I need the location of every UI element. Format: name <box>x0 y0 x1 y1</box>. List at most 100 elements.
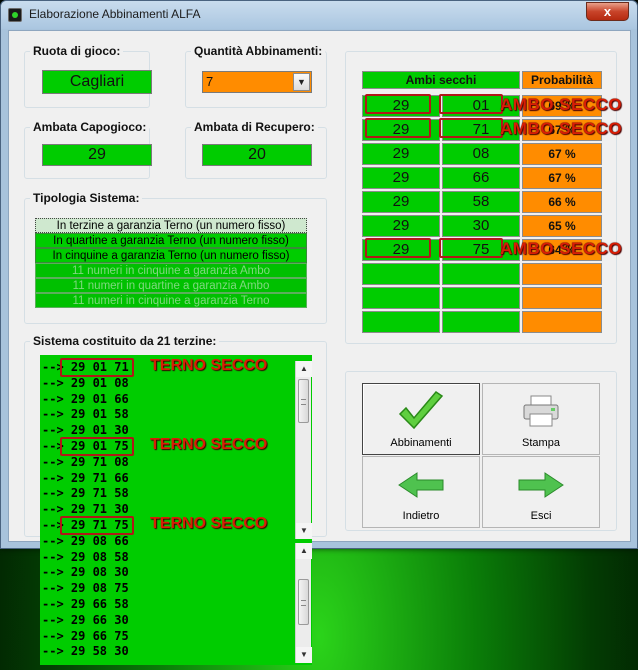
probabilita-cell: 65 % <box>522 215 602 237</box>
window-title: Elaborazione Abbinamenti ALFA <box>29 7 201 21</box>
list-item[interactable]: --> 29 66 75 <box>42 628 129 644</box>
ambo-cell: 29 <box>362 215 440 237</box>
scroll-down-icon[interactable]: ▼ <box>296 647 312 663</box>
list-item[interactable]: --> 29 01 66 <box>42 391 129 407</box>
ambo-cell: 58 <box>442 191 520 213</box>
ambo-secco-annotation: AMBO SECCO <box>500 95 623 114</box>
ambo-cell: 29 <box>362 167 440 189</box>
stampa-label: Stampa <box>522 437 560 449</box>
sistema-label: Sistema costituito da 21 terzine: <box>30 334 220 348</box>
stampa-button[interactable]: Stampa <box>482 383 600 455</box>
list-item[interactable]: --> 29 08 75 <box>42 580 129 596</box>
list-item[interactable]: --> 29 01 08 <box>42 375 129 391</box>
ambo-cell: 29 <box>362 143 440 165</box>
recupero-group: Ambata di Recupero: 20 <box>185 120 327 179</box>
probabilita-cell <box>522 263 602 285</box>
ambo-cell: 29 <box>362 95 440 117</box>
ambo-cell <box>362 311 440 333</box>
esci-label: Esci <box>530 510 552 522</box>
recupero-value: 20 <box>202 144 312 166</box>
ambo-cell: 29 <box>362 191 440 213</box>
ambo-cell <box>362 287 440 309</box>
list-item[interactable]: --> 29 08 30 <box>42 564 129 580</box>
list-item[interactable]: --> 29 71 30 <box>42 501 129 517</box>
list-item[interactable]: --> 29 66 58 <box>42 596 129 612</box>
scroll-up-icon[interactable]: ▲ <box>296 361 312 377</box>
list-item[interactable]: --> 29 71 08 <box>42 454 129 470</box>
probabilita-cell: 67 % <box>522 167 602 189</box>
chevron-down-icon[interactable]: ▼ <box>293 73 310 91</box>
tipologia-option: 11 numeri in quartine a garanzia Ambo <box>35 278 307 293</box>
abbinamenti-button[interactable]: Abbinamenti <box>362 383 480 455</box>
tipologia-option: 11 numeri in cinquine a garanzia Ambo <box>35 263 307 278</box>
ambo-cell <box>442 263 520 285</box>
app-icon <box>8 8 22 22</box>
arrow-left-icon <box>397 471 445 502</box>
ambi-header: Ambi secchi <box>362 71 520 89</box>
list-item[interactable]: --> 29 01 58 <box>42 406 129 422</box>
indietro-label: Indietro <box>402 510 440 522</box>
probabilita-cell: 67 % <box>522 143 602 165</box>
scroll-up-icon[interactable]: ▲ <box>296 543 312 559</box>
ambo-cell <box>442 287 520 309</box>
scroll-thumb[interactable] <box>298 579 309 625</box>
ambo-cell: 66 <box>442 167 520 189</box>
tipologia-label: Tipologia Sistema: <box>30 191 143 205</box>
ruota-label: Ruota di gioco: <box>30 44 124 58</box>
tipologia-option[interactable]: In terzine a garanzia Terno (un numero f… <box>35 218 307 233</box>
list-item[interactable]: --> 29 71 58 <box>42 485 129 501</box>
quantita-group: Quantità Abbinamenti: 7 ▼ <box>185 44 327 108</box>
checkmark-icon <box>396 390 446 439</box>
probabilita-cell: 66 % <box>522 191 602 213</box>
ambo-cell: 30 <box>442 215 520 237</box>
probabilita-header: Probabilità <box>522 71 602 89</box>
abbinamenti-label: Abbinamenti <box>390 437 452 449</box>
terno-secco-annotation: TERNO SECCO <box>150 515 268 532</box>
terno-secco-annotation: TERNO SECCO <box>150 357 268 374</box>
recupero-label: Ambata di Recupero: <box>191 120 318 134</box>
sistema-scrollbar[interactable]: ▲ ▼ <box>295 361 312 539</box>
list-item[interactable]: --> 29 01 71 <box>42 359 129 375</box>
close-button[interactable]: x <box>586 2 629 21</box>
capogioco-group: Ambata Capogioco: 29 <box>24 120 152 179</box>
ambo-cell <box>362 263 440 285</box>
probabilita-cell <box>522 287 602 309</box>
ambo-secco-annotation: AMBO SECCO <box>500 119 623 138</box>
esci-button[interactable]: Esci <box>482 456 600 528</box>
quantita-select[interactable]: 7 ▼ <box>202 71 312 93</box>
tipologia-option[interactable]: In quartine a garanzia Terno (un numero … <box>35 233 307 248</box>
list-item[interactable]: --> 29 08 66 <box>42 533 129 549</box>
probabilita-cell <box>522 311 602 333</box>
ambo-cell <box>442 311 520 333</box>
ruota-value: Cagliari <box>42 70 152 94</box>
indietro-button[interactable]: Indietro <box>362 456 480 528</box>
list-item[interactable]: --> 29 01 30 <box>42 422 129 438</box>
ambo-cell: 29 <box>362 119 440 141</box>
list-item[interactable]: --> 29 01 75 <box>42 438 129 454</box>
printer-icon <box>521 394 561 431</box>
terno-secco-annotation: TERNO SECCO <box>150 436 268 453</box>
buttons-group: Abbinamenti Stampa Indietro Esci <box>345 371 617 531</box>
title-bar[interactable]: Elaborazione Abbinamenti ALFA x <box>1 1 637 29</box>
tipologia-option: 11 numeri in cinquine a garanzia Terno <box>35 293 307 308</box>
ruota-group: Ruota di gioco: Cagliari <box>24 44 152 108</box>
list-item[interactable]: --> 29 08 58 <box>42 549 129 565</box>
tipologia-group: Tipologia Sistema: In terzine a garanzia… <box>24 191 327 324</box>
list-item[interactable]: --> 29 71 75 <box>42 517 129 533</box>
list-item[interactable]: --> 29 71 66 <box>42 470 129 486</box>
sistema-list[interactable]: --> 29 01 71 --> 29 01 08 --> 29 01 66 --> … <box>40 355 312 665</box>
list-item[interactable]: --> 29 58 30 <box>42 643 129 659</box>
arrow-right-icon <box>517 471 565 502</box>
sistema-scrollbar-2[interactable]: ▲ ▼ <box>295 543 312 663</box>
list-item[interactable]: --> 29 66 30 <box>42 612 129 628</box>
scroll-thumb[interactable] <box>298 379 309 423</box>
tipologia-option[interactable]: In cinquine a garanzia Terno (un numero … <box>35 248 307 263</box>
ambo-cell: 29 <box>362 239 440 261</box>
capogioco-label: Ambata Capogioco: <box>30 120 150 134</box>
ambo-secco-annotation: AMBO SECCO <box>500 239 623 258</box>
scroll-down-icon[interactable]: ▼ <box>296 523 312 539</box>
quantita-value: 7 <box>206 74 214 89</box>
capogioco-value: 29 <box>42 144 152 166</box>
quantita-label: Quantità Abbinamenti: <box>191 44 326 58</box>
ambo-cell: 08 <box>442 143 520 165</box>
